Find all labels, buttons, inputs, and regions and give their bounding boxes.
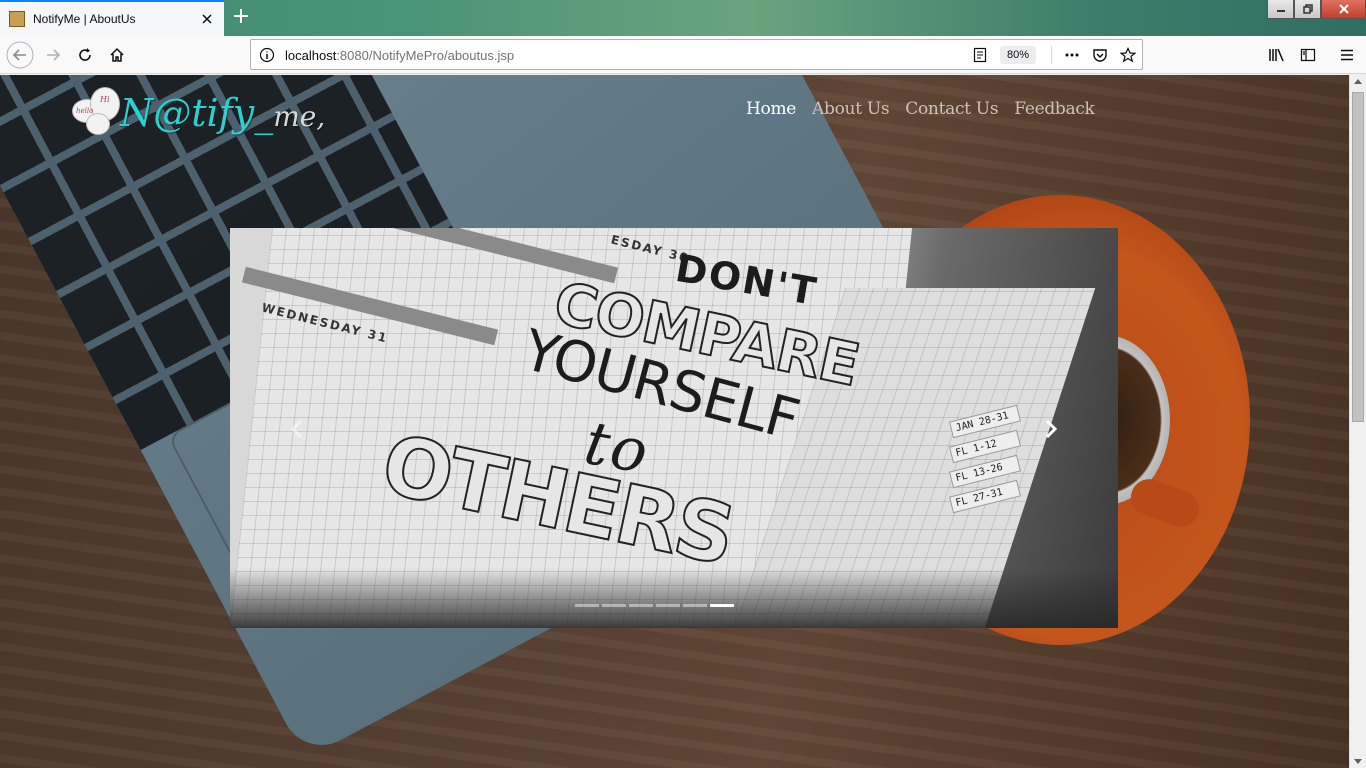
carousel-indicator-5[interactable] <box>683 604 707 607</box>
url-path: :8080/NotifyMePro/aboutus.jsp <box>336 48 515 63</box>
carousel-indicator-3[interactable] <box>629 604 653 607</box>
browser-toolbar: localhost:8080/NotifyMePro/aboutus.jsp 8… <box>0 36 1366 74</box>
page-actions-icon[interactable] <box>1064 47 1080 63</box>
bubble-text-hi: Hi <box>100 95 110 104</box>
carousel-next-button[interactable] <box>1036 414 1066 444</box>
bubble-text-hello: hello <box>76 107 94 115</box>
tab-title: NotifyMe | AboutUs <box>33 12 136 26</box>
nav-feedback[interactable]: Feedback <box>1014 99 1095 119</box>
scroll-down-icon[interactable] <box>1354 759 1362 764</box>
zoom-level[interactable]: 80% <box>1000 46 1037 64</box>
carousel-indicators <box>575 604 734 607</box>
forward-icon[interactable] <box>38 40 68 70</box>
url-bar[interactable]: localhost:8080/NotifyMePro/aboutus.jsp 8… <box>250 39 1143 70</box>
logo-name: N@tify_ <box>120 91 274 135</box>
home-icon[interactable] <box>102 40 132 70</box>
notebook-tabs: JAN 28-31 FL 1-12 FL 13-26 FL 27-31 <box>948 404 1022 514</box>
carousel-indicator-4[interactable] <box>656 604 680 607</box>
menu-icon[interactable] <box>1332 40 1362 70</box>
scroll-up-icon[interactable] <box>1354 79 1362 84</box>
reload-icon[interactable] <box>70 40 100 70</box>
browser-tab[interactable]: NotifyMe | AboutUs <box>0 0 224 36</box>
reader-view-icon[interactable] <box>972 47 988 63</box>
nav-home[interactable]: Home <box>746 99 796 119</box>
chevron-left-icon <box>290 419 303 439</box>
window-controls <box>1267 0 1366 19</box>
chevron-right-icon <box>1045 419 1058 439</box>
back-icon[interactable] <box>5 40 35 70</box>
sidebar-icon[interactable] <box>1293 40 1323 70</box>
carousel-indicator-2[interactable] <box>602 604 626 607</box>
restore-icon[interactable] <box>1294 0 1321 19</box>
url-host: localhost <box>285 48 337 63</box>
carousel-indicator-1[interactable] <box>575 604 599 607</box>
page-scrollbar[interactable] <box>1349 75 1366 768</box>
speech-bubbles-icon: hello Hi <box>72 87 122 139</box>
minimize-icon[interactable] <box>1267 0 1294 19</box>
url-text[interactable]: localhost:8080/NotifyMePro/aboutus.jsp <box>285 48 514 63</box>
close-tab-icon[interactable] <box>196 8 218 30</box>
nav-about-us[interactable]: About Us <box>812 99 890 119</box>
scroll-thumb[interactable] <box>1352 92 1364 422</box>
favicon-icon <box>9 11 25 27</box>
site-info-icon[interactable] <box>259 47 275 63</box>
window-close-icon[interactable] <box>1321 0 1366 19</box>
site-nav: Home About Us Contact Us Feedback <box>746 99 1095 119</box>
carousel-indicator-6[interactable] <box>710 604 734 607</box>
url-divider <box>1051 46 1052 64</box>
image-carousel: ESDAY 30 WEDNESDAY 31 DON'T COMPARE YOUR… <box>230 228 1118 628</box>
library-icon[interactable] <box>1262 40 1292 70</box>
carousel-prev-button[interactable] <box>282 414 312 444</box>
logo-suffix: me, <box>273 100 326 133</box>
browser-tab-strip: NotifyMe | AboutUs <box>0 0 1366 36</box>
page-viewport: hello Hi N@tify_me, Home About Us Contac… <box>0 75 1349 768</box>
new-tab-icon[interactable] <box>230 5 252 27</box>
site-logo[interactable]: hello Hi N@tify_me, <box>72 83 325 143</box>
bookmark-star-icon[interactable] <box>1119 47 1137 63</box>
pocket-icon[interactable] <box>1092 47 1108 63</box>
logo-text: N@tify_me, <box>120 91 325 135</box>
nav-contact-us[interactable]: Contact Us <box>905 99 998 119</box>
